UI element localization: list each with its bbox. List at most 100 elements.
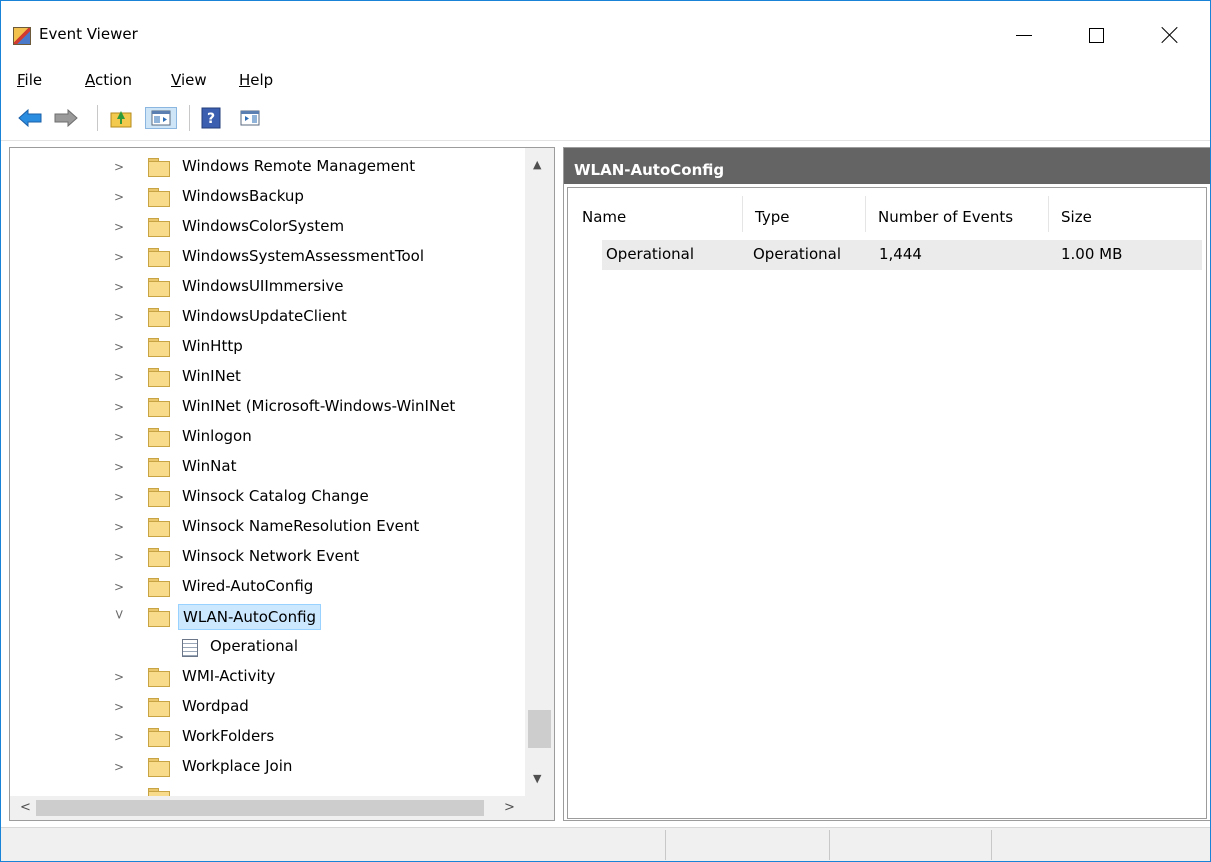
tree-item-label: Operational: [210, 637, 299, 655]
menu-help[interactable]: Help: [239, 71, 273, 89]
tree-item-wordpad[interactable]: > Wordpad: [10, 692, 525, 722]
show-hide-tree-icon: [151, 110, 171, 126]
expand-chevron-icon[interactable]: >: [114, 491, 126, 503]
scroll-up-arrow-icon[interactable]: ▲: [533, 158, 541, 171]
expand-chevron-icon[interactable]: >: [114, 251, 126, 263]
tree-item-label: Winsock NameResolution Event: [182, 517, 420, 535]
forward-button[interactable]: [53, 107, 79, 129]
back-button[interactable]: [17, 107, 43, 129]
scroll-thumb[interactable]: [528, 710, 551, 748]
menu-view[interactable]: View: [171, 71, 207, 89]
column-header-type[interactable]: Type: [743, 188, 866, 236]
maximize-icon: [1088, 27, 1104, 43]
expand-chevron-icon[interactable]: >: [114, 221, 126, 233]
help-button[interactable]: ?: [201, 107, 221, 129]
tree-item-winhttp[interactable]: > WinHttp: [10, 332, 525, 362]
expand-chevron-icon[interactable]: >: [114, 191, 126, 203]
folder-icon: [148, 398, 170, 417]
tree-item-label: Winsock Network Event: [182, 547, 360, 565]
tree-item-windowsuiimmersive[interactable]: > WindowsUIImmersive: [10, 272, 525, 302]
tree-item-label: Workplace Join: [182, 757, 293, 775]
close-icon: [1161, 26, 1179, 44]
show-hide-action-pane-button[interactable]: [237, 107, 263, 129]
tree-item-winsock-network-event[interactable]: > Winsock Network Event: [10, 542, 525, 572]
folder-icon: [148, 668, 170, 687]
column-header-label: Number of Events: [878, 208, 1014, 226]
show-hide-console-tree-button[interactable]: [145, 107, 177, 129]
tree-item-workplace-join[interactable]: > Workplace Join: [10, 752, 525, 782]
back-arrow-icon: [18, 108, 42, 128]
column-header-label: Name: [582, 208, 627, 226]
menu-action[interactable]: Action: [85, 71, 132, 89]
tree-item-wininet-microsoft[interactable]: > WinINet (Microsoft-Windows-WinINet: [10, 392, 525, 422]
toolbar-separator: [97, 105, 98, 131]
scroll-right-arrow-icon[interactable]: >: [504, 800, 515, 815]
expand-chevron-icon[interactable]: >: [114, 581, 126, 593]
tree-item-winsock-nameresolution-event[interactable]: > Winsock NameResolution Event: [10, 512, 525, 542]
tree-item-label: WindowsUIImmersive: [182, 277, 344, 295]
tree-item-windowsupdateclient[interactable]: > WindowsUpdateClient: [10, 302, 525, 332]
cell-name: Operational: [606, 245, 695, 263]
expand-chevron-icon[interactable]: >: [114, 701, 126, 713]
tree-item-operational-log[interactable]: Operational: [10, 632, 525, 662]
close-button[interactable]: [1147, 15, 1193, 55]
expand-chevron-icon[interactable]: >: [114, 551, 126, 563]
column-header-size[interactable]: Size: [1049, 188, 1199, 236]
tree-item-wininet[interactable]: > WinINet: [10, 362, 525, 392]
tree-item-label: WLAN-AutoConfig: [178, 604, 322, 630]
scroll-thumb[interactable]: [36, 800, 484, 816]
folder-icon: [148, 218, 170, 237]
up-folder-icon: [110, 111, 132, 128]
tree-item-wmi-activity[interactable]: > WMI-Activity: [10, 662, 525, 692]
expand-chevron-icon[interactable]: >: [114, 431, 126, 443]
maximize-button[interactable]: [1073, 15, 1119, 55]
expand-chevron-icon[interactable]: >: [114, 461, 126, 473]
scroll-down-arrow-icon[interactable]: ▼: [533, 772, 541, 785]
tree-item-winsock-catalog-change[interactable]: > Winsock Catalog Change: [10, 482, 525, 512]
menu-file[interactable]: File: [17, 71, 42, 89]
collapse-chevron-icon[interactable]: >: [111, 609, 126, 621]
tree-item-windowscolorsystem[interactable]: > WindowsColorSystem: [10, 212, 525, 242]
expand-chevron-icon[interactable]: >: [114, 401, 126, 413]
tree-item-label: WorkFolders: [182, 727, 275, 745]
tree-item-winnat[interactable]: > WinNat: [10, 452, 525, 482]
folder-icon: [148, 518, 170, 537]
tree-item-wired-autoconfig[interactable]: > Wired-AutoConfig: [10, 572, 525, 602]
column-header-number-of-events[interactable]: Number of Events: [866, 188, 1049, 236]
tree-item-wlan-autoconfig[interactable]: > WLAN-AutoConfig: [10, 602, 525, 632]
tree-item-partial: [10, 782, 525, 796]
tree-item-label: WindowsBackup: [182, 187, 304, 205]
menu-file-mnemonic: F: [17, 71, 25, 89]
help-icon: ?: [201, 107, 221, 129]
tree-horizontal-scrollbar[interactable]: < >: [10, 796, 554, 820]
up-one-level-button[interactable]: [109, 107, 133, 129]
tree-item-winlogon[interactable]: > Winlogon: [10, 422, 525, 452]
forward-arrow-icon: [54, 108, 78, 128]
column-header-name[interactable]: Name: [568, 188, 743, 236]
tree-item-label: WinINet (Microsoft-Windows-WinINet: [182, 397, 456, 415]
tree-item-label: WinNat: [182, 457, 237, 475]
tree-item-windowsbackup[interactable]: > WindowsBackup: [10, 182, 525, 212]
expand-chevron-icon[interactable]: >: [114, 731, 126, 743]
tree-item-label: Winsock Catalog Change: [182, 487, 369, 505]
expand-chevron-icon[interactable]: >: [114, 671, 126, 683]
scroll-left-arrow-icon[interactable]: <: [20, 800, 31, 815]
expand-chevron-icon[interactable]: >: [114, 521, 126, 533]
expand-chevron-icon[interactable]: >: [114, 161, 126, 173]
tree-item-label: Windows Remote Management: [182, 157, 416, 175]
tree-vertical-scrollbar[interactable]: ▲ ▼: [525, 148, 554, 796]
svg-text:?: ?: [207, 111, 215, 127]
expand-chevron-icon[interactable]: >: [114, 341, 126, 353]
tree-item-windowssystemassessmenttool[interactable]: > WindowsSystemAssessmentTool: [10, 242, 525, 272]
expand-chevron-icon[interactable]: >: [114, 281, 126, 293]
tree-item-label: Winlogon: [182, 427, 252, 445]
expand-chevron-icon[interactable]: >: [114, 761, 126, 773]
minimize-button[interactable]: [1001, 15, 1047, 55]
expand-chevron-icon[interactable]: >: [114, 371, 126, 383]
expand-chevron-icon[interactable]: >: [114, 311, 126, 323]
table-row[interactable]: Operational Operational 1,444 1.00 MB: [602, 240, 1202, 270]
tree-item-workfolders[interactable]: > WorkFolders: [10, 722, 525, 752]
pane-splitter[interactable]: [555, 147, 563, 821]
tree-item-label: WindowsSystemAssessmentTool: [182, 247, 425, 265]
tree-item-windows-remote-management[interactable]: > Windows Remote Management: [10, 152, 525, 182]
